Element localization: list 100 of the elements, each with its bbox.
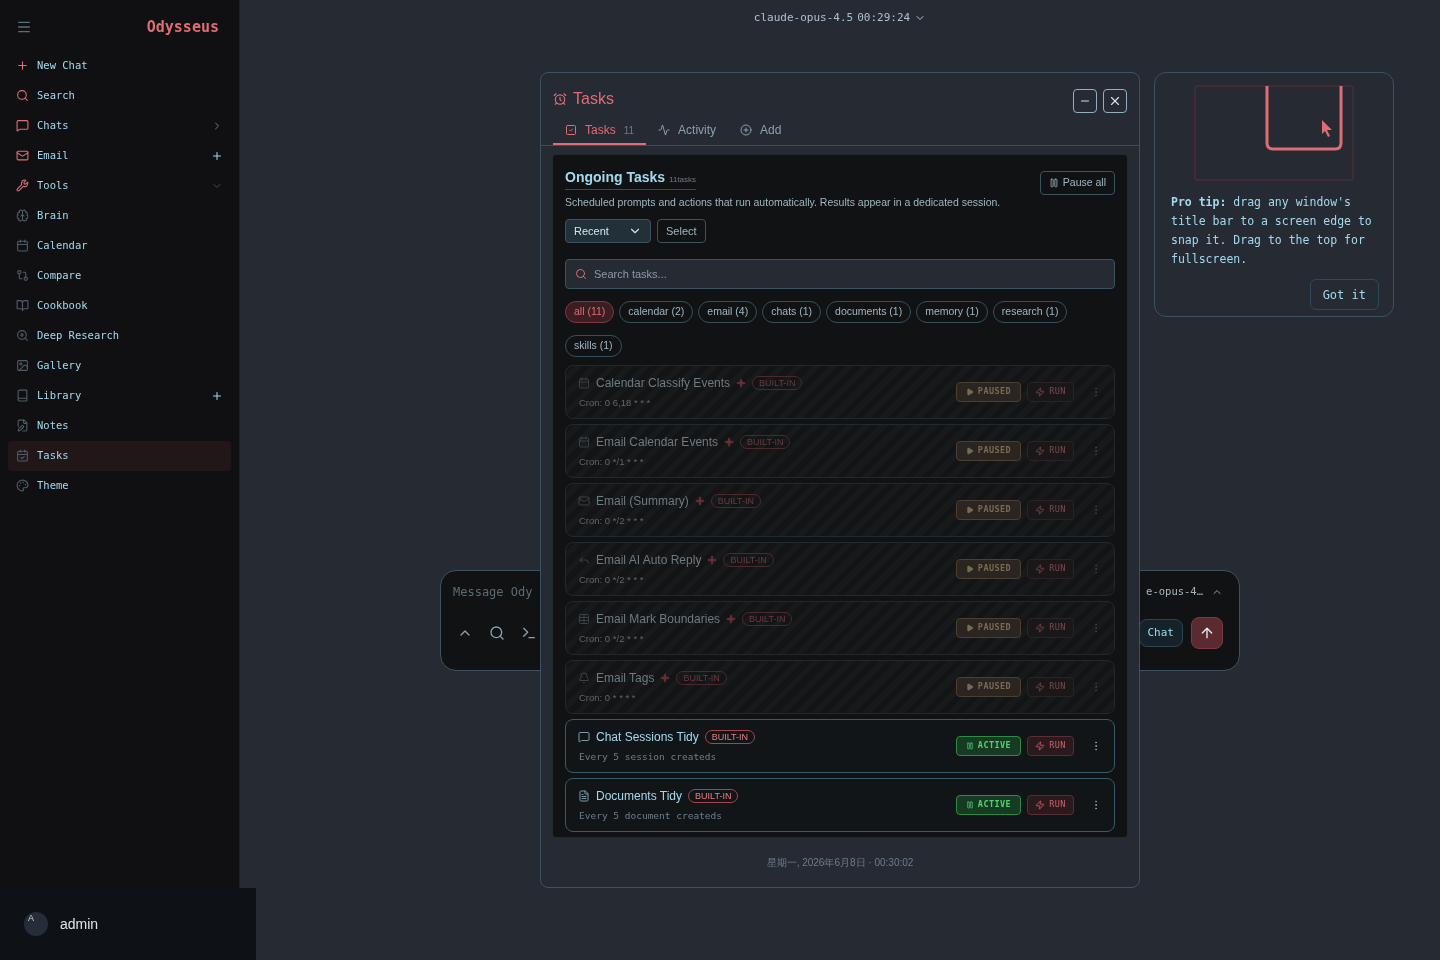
pause-icon xyxy=(965,741,974,750)
sidebar-item[interactable]: Deep Research xyxy=(8,320,231,351)
compare-icon xyxy=(16,269,29,282)
sparkle-icon xyxy=(707,554,718,565)
window-title: Tasks xyxy=(573,89,614,109)
task-name: Email Mark Boundaries xyxy=(596,610,721,628)
play-icon xyxy=(965,623,974,632)
tab[interactable]: Tasks 11 xyxy=(553,117,647,145)
sidebar-item[interactable]: Cookbook xyxy=(8,290,231,321)
task-schedule: Cron: 0 6,18 * * * xyxy=(578,395,652,410)
pause-all-button[interactable]: Pause all xyxy=(1039,171,1115,195)
calendar-icon xyxy=(578,435,590,448)
plus-icon xyxy=(16,59,29,72)
bell-icon xyxy=(578,671,590,684)
select-button[interactable]: Select xyxy=(657,218,706,243)
table-icon xyxy=(578,612,590,625)
sidebar-item[interactable]: Search xyxy=(8,80,231,111)
alarm-clock-icon xyxy=(553,92,567,106)
sidebar-item[interactable]: New Chat xyxy=(8,50,231,81)
image-icon xyxy=(16,359,29,372)
sidebar-item[interactable]: Compare xyxy=(8,260,231,291)
task-count: 11tasks xyxy=(669,174,697,186)
search-field[interactable]: Search tasks... xyxy=(565,258,1115,289)
sparkle-icon xyxy=(660,672,671,683)
sidebar-item[interactable]: Email xyxy=(8,140,231,171)
checkbox-icon xyxy=(565,124,577,136)
lightning-icon xyxy=(1035,504,1046,515)
search-icon[interactable] xyxy=(489,625,505,641)
terminal-icon[interactable] xyxy=(521,625,537,641)
sidebar-item[interactable]: Tools xyxy=(8,170,231,201)
send-button[interactable] xyxy=(1191,617,1223,649)
sidebar-item[interactable]: Tasks xyxy=(8,440,231,471)
section-title: Ongoing Tasks xyxy=(565,168,666,187)
task-card[interactable]: Chat Sessions Tidy BUILT-IN Every 5 session createds ACTIVE RUN xyxy=(565,718,1115,773)
lightning-icon xyxy=(1035,681,1046,692)
sparkle-icon xyxy=(736,377,747,388)
plus-icon[interactable] xyxy=(211,389,223,402)
chat-bubble-icon xyxy=(578,730,590,743)
run-button[interactable]: RUN xyxy=(1027,794,1074,815)
sidebar-item[interactable]: Brain xyxy=(8,200,231,231)
chat-bubble-icon xyxy=(16,119,29,132)
lightning-icon xyxy=(1035,622,1046,633)
task-card[interactable]: Documents Tidy BUILT-IN Every 5 document createds ACTIVE RUN xyxy=(565,777,1115,832)
close-button[interactable] xyxy=(1103,89,1127,113)
chat-mode-button[interactable]: Chat xyxy=(1138,619,1183,647)
minimize-button[interactable] xyxy=(1073,89,1097,113)
task-name: Documents Tidy xyxy=(596,787,683,805)
task-schedule: Cron: 0 * * * * xyxy=(578,690,637,705)
status-toggle[interactable]: ACTIVE xyxy=(956,794,1021,815)
run-button[interactable]: RUN xyxy=(1027,735,1074,756)
sidebar-item[interactable]: Theme xyxy=(8,470,231,501)
play-icon xyxy=(965,387,974,396)
status-toggle[interactable]: ACTIVE xyxy=(956,735,1021,756)
note-icon xyxy=(16,419,29,432)
lightning-icon xyxy=(1035,563,1046,574)
palette-icon xyxy=(16,479,29,492)
task-name: Email Calendar Events xyxy=(596,433,719,451)
plus-icon[interactable] xyxy=(211,149,223,162)
wrench-icon xyxy=(16,179,29,192)
task-schedule: Cron: 0 */2 * * * xyxy=(578,631,645,646)
got-it-button[interactable]: Got it xyxy=(1309,279,1379,310)
task-schedule: Cron: 0 */2 * * * xyxy=(578,513,645,528)
sparkle-icon xyxy=(726,613,737,624)
model-selector[interactable]: claude-opus-4.5 00:29:24 xyxy=(753,10,927,27)
task-schedule: Every 5 session createds xyxy=(578,749,718,764)
brain-icon xyxy=(16,209,29,222)
calendar-icon xyxy=(578,376,590,389)
task-name: Chat Sessions Tidy xyxy=(596,728,699,746)
model-name[interactable]: e-opus-4… xyxy=(1146,584,1203,600)
task-name: Email Tags xyxy=(596,669,655,687)
envelope-icon xyxy=(16,149,29,162)
brand-name: Odysseus xyxy=(146,17,219,38)
sidebar-item[interactable]: Calendar xyxy=(8,230,231,261)
pause-icon xyxy=(965,800,974,809)
sidebar-item[interactable]: Chats xyxy=(8,110,231,141)
open-book-icon xyxy=(16,299,29,312)
user-name: admin xyxy=(60,914,99,934)
task-name: Email (Summary) xyxy=(596,492,689,510)
play-icon xyxy=(965,564,974,573)
pulse-icon xyxy=(658,124,671,136)
lightning-icon xyxy=(1035,445,1046,456)
sidebar-item[interactable]: Notes xyxy=(8,410,231,441)
play-icon xyxy=(965,505,974,514)
play-icon xyxy=(965,446,974,455)
task-schedule: Cron: 0 */2 * * * xyxy=(578,572,645,587)
avatar[interactable]: A xyxy=(24,912,48,936)
tab[interactable]: Add xyxy=(728,117,794,145)
sparkle-icon xyxy=(694,495,705,506)
tab[interactable]: Activity xyxy=(646,117,729,145)
envelope-icon xyxy=(578,494,590,507)
task-schedule: Every 5 document createds xyxy=(578,808,723,823)
search-icon xyxy=(575,267,587,280)
sort-dropdown[interactable]: Recent xyxy=(565,218,651,243)
filter-chip[interactable]: all (11) xyxy=(565,300,615,323)
close-icon xyxy=(1108,94,1122,108)
sidebar-item[interactable]: Library xyxy=(8,380,231,411)
task-name: Calendar Classify Events xyxy=(596,374,731,392)
sidebar-item[interactable]: Gallery xyxy=(8,350,231,381)
calendar-check-icon xyxy=(16,449,29,462)
lightning-icon xyxy=(1035,740,1046,751)
